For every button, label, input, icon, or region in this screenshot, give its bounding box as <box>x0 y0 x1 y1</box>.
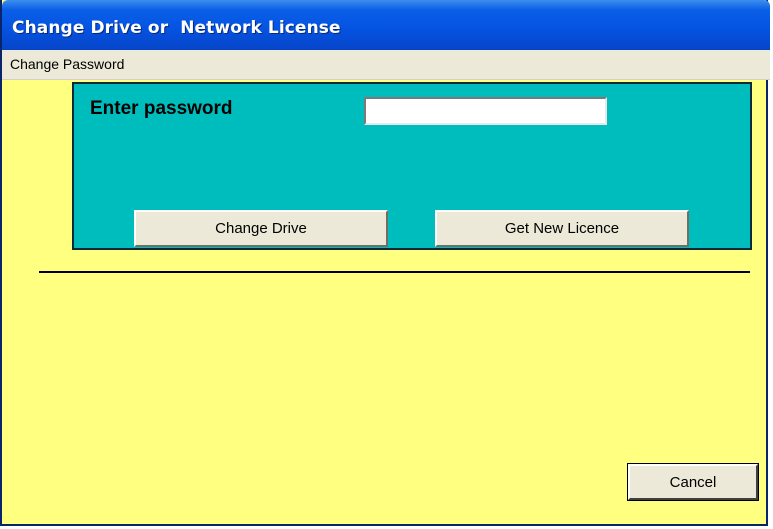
horizontal-separator <box>39 271 750 273</box>
password-input[interactable] <box>364 97 607 125</box>
window-title: Change Drive or Network License <box>12 18 341 38</box>
dialog-window: Change Drive or Network License Change P… <box>0 0 770 526</box>
menu-item-change-password[interactable]: Change Password <box>8 56 126 72</box>
menu-bar: Change Password <box>2 50 770 80</box>
title-bar[interactable]: Change Drive or Network License <box>2 0 770 50</box>
cancel-button[interactable]: Cancel <box>627 463 759 501</box>
get-new-licence-button[interactable]: Get New Licence <box>435 210 689 247</box>
password-panel: Enter password Change Drive Get New Lice… <box>72 82 752 250</box>
password-label: Enter password <box>90 98 233 119</box>
change-drive-button[interactable]: Change Drive <box>134 210 388 247</box>
